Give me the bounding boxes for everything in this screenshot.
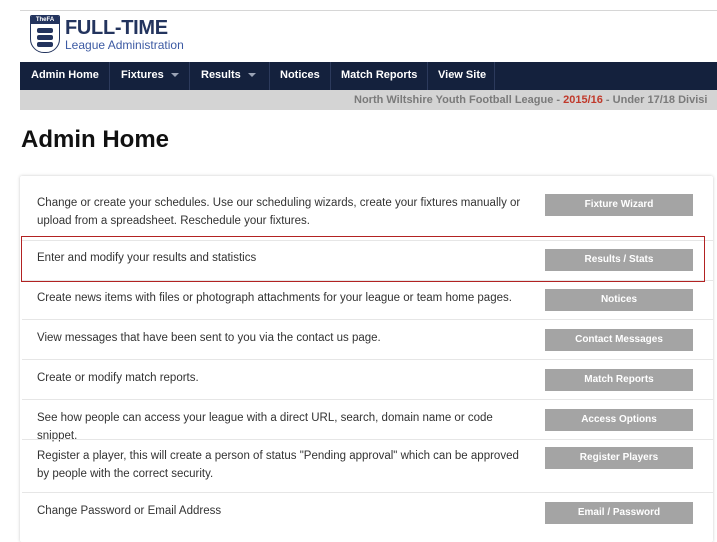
division: Under 17/18 Divisi [612, 94, 708, 106]
fixtures-description: Change or create your schedules. Use our… [37, 197, 521, 227]
row-divider [22, 399, 713, 400]
nav-separator [330, 62, 331, 90]
nav-separator [109, 62, 110, 90]
register-players-description: Register a player, this will create a pe… [37, 450, 519, 480]
access-options-button[interactable]: Access Options [545, 409, 693, 431]
league-name: North Wiltshire Youth Football League [354, 94, 554, 106]
row-divider [22, 359, 713, 360]
row-divider [22, 439, 713, 440]
contact-messages-description: View messages that have been sent to you… [37, 332, 381, 344]
contact-messages-button[interactable]: Contact Messages [545, 329, 693, 351]
nav-separator [427, 62, 428, 90]
nav-separator [189, 62, 190, 90]
logo-title: FULL-TIME [65, 17, 168, 39]
nav-admin-home[interactable]: Admin Home [31, 62, 99, 90]
fixture-wizard-button[interactable]: Fixture Wizard [545, 194, 693, 216]
nav-view-site[interactable]: View Site [438, 62, 486, 90]
main-nav: Admin Home Fixtures Results Notices Matc… [20, 62, 717, 90]
highlight-box [21, 236, 705, 282]
row-divider [22, 492, 713, 493]
page-title: Admin Home [21, 126, 170, 153]
nav-separator [494, 62, 495, 90]
register-players-button[interactable]: Register Players [545, 447, 693, 469]
nav-fixtures[interactable]: Fixtures [121, 62, 179, 90]
nav-notices[interactable]: Notices [280, 62, 320, 90]
fa-crest-icon: TheFA [30, 15, 60, 53]
chevron-down-icon [170, 73, 179, 78]
season: 2015/16 [563, 94, 603, 106]
row-divider [22, 319, 713, 320]
notices-description: Create news items with files or photogra… [37, 292, 512, 304]
email-password-description: Change Password or Email Address [37, 505, 222, 517]
nav-match-reports[interactable]: Match Reports [341, 62, 417, 90]
match-reports-button[interactable]: Match Reports [545, 369, 693, 391]
top-divider [20, 10, 717, 11]
league-info-bar: North Wiltshire Youth Football League - … [20, 90, 717, 110]
chevron-down-icon [247, 73, 256, 78]
nav-separator [269, 62, 270, 90]
nav-results[interactable]: Results [201, 62, 256, 90]
league-info: North Wiltshire Youth Football League - … [354, 94, 708, 106]
email-password-button[interactable]: Email / Password [545, 502, 693, 524]
match-reports-description: Create or modify match reports. [37, 372, 199, 384]
logo-subtitle: League Administration [65, 38, 184, 52]
notices-button[interactable]: Notices [545, 289, 693, 311]
